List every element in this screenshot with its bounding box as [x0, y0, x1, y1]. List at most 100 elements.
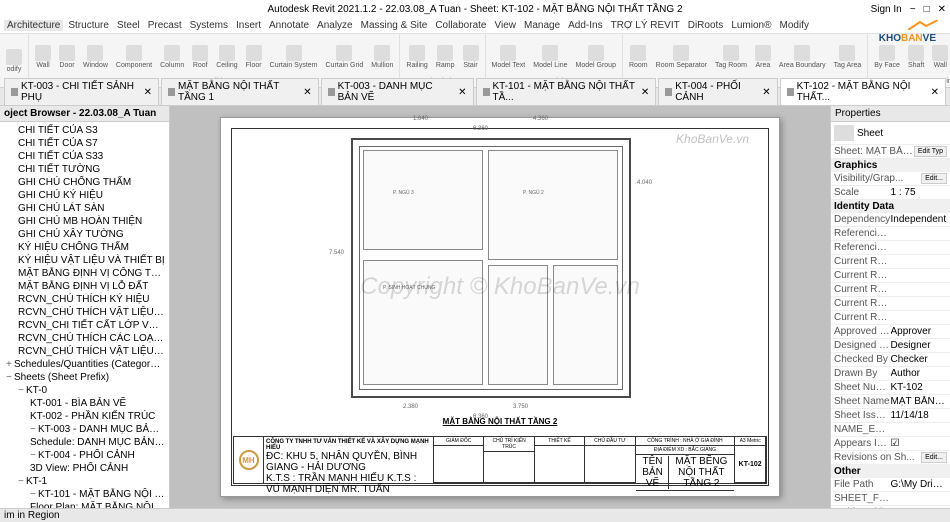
props-row[interactable]: NAME_ENGLISH: [831, 423, 950, 437]
drawing-canvas[interactable]: KhoBanVe.vn 6.360 7.540 4.040 1.640 4.36…: [170, 106, 830, 508]
ribbon-railing[interactable]: Railing: [404, 44, 429, 70]
ribbon-curtain-grid[interactable]: Curtain Grid: [324, 44, 366, 70]
doc-tab[interactable]: KT-004 - PHỐI CẢNH✕: [658, 78, 777, 105]
ribbon-area-boundary[interactable]: Area Boundary: [777, 44, 828, 70]
ribbon-door[interactable]: Door: [57, 44, 77, 70]
doc-tab[interactable]: KT-102 - MẶT BẰNG NỘI THẤT...✕: [780, 78, 946, 105]
ribbon-ramp[interactable]: Ramp: [434, 44, 457, 70]
menu-trợ-lý-revit[interactable]: TRỢ LÝ REVIT: [608, 20, 683, 31]
tree-item[interactable]: KÝ HIỆU VẬT LIỆU VÀ THIẾT BỊ: [2, 254, 167, 267]
ribbon-shaft[interactable]: Shaft: [906, 44, 926, 70]
menu-annotate[interactable]: Annotate: [266, 20, 312, 31]
props-row[interactable]: Referencing Det...: [831, 241, 950, 255]
ribbon-model-text[interactable]: Model Text: [490, 44, 528, 70]
menu-view[interactable]: View: [491, 20, 519, 31]
tree-item[interactable]: GHI CHÚ KÝ HIỆU: [2, 189, 167, 202]
ribbon-area[interactable]: Area: [753, 44, 773, 70]
menu-systems[interactable]: Systems: [187, 20, 231, 31]
tree-item[interactable]: 3D View: PHỐI CẢNH: [2, 462, 167, 475]
tree-item[interactable]: RCVN_CHÚ THÍCH VẬT LIỆU HOÀN THIỆN 2: [2, 345, 167, 358]
props-row[interactable]: Current Revisio...: [831, 297, 950, 311]
tree-item[interactable]: CHI TIẾT TƯỜNG: [2, 163, 167, 176]
props-row[interactable]: Sheet NameMẶT BẰNG NỘ: [831, 395, 950, 409]
tab-close-icon[interactable]: ✕: [458, 87, 466, 98]
ribbon-model-line[interactable]: Model Line: [531, 44, 569, 70]
menu-precast[interactable]: Precast: [145, 20, 185, 31]
menu-add-ins[interactable]: Add-Ins: [565, 20, 605, 31]
ribbon-stair[interactable]: Stair: [461, 44, 481, 70]
menu-manage[interactable]: Manage: [521, 20, 563, 31]
doc-tab[interactable]: KT-003 - DANH MỤC BẢN VẼ✕: [321, 78, 474, 105]
signin-link[interactable]: Sign In: [871, 4, 902, 15]
tab-close-icon[interactable]: ✕: [762, 87, 770, 98]
ribbon-mullion[interactable]: Mullion: [369, 44, 395, 70]
tab-close-icon[interactable]: ✕: [144, 87, 152, 98]
maximize-button[interactable]: □: [924, 4, 930, 15]
tree-item[interactable]: Floor Plan: MẶT BẰNG NỘI THẤT TẦNG 1: [2, 501, 167, 508]
props-row[interactable]: Current Revisio...: [831, 255, 950, 269]
tree-item[interactable]: −Sheets (Sheet Prefix): [2, 371, 167, 384]
props-row[interactable]: Sheet Issue Date11/14/18: [831, 409, 950, 423]
ribbon-room[interactable]: Room: [627, 44, 650, 70]
tree-item[interactable]: MẶT BẰNG ĐỊNH VỊ LỖ ĐẤT: [2, 280, 167, 293]
props-row[interactable]: SHEET_FOLDER: [831, 492, 950, 506]
menu-modify[interactable]: Modify: [776, 20, 811, 31]
doc-tab[interactable]: MẶT BẰNG NỘI THẤT TẦNG 1✕: [161, 78, 319, 105]
ribbon-tag-room[interactable]: Tag Room: [713, 44, 749, 70]
props-row[interactable]: Current Revision: [831, 311, 950, 325]
menu-diroots[interactable]: DiRoots: [685, 20, 727, 31]
ribbon-column[interactable]: Column: [158, 44, 186, 70]
tree-item[interactable]: GHI CHÚ LÁT SÀN: [2, 202, 167, 215]
tree-item[interactable]: RCVN_CHI TIẾT CẤT LỚP VẬT LIỆU: [2, 319, 167, 332]
menu-lumion®[interactable]: Lumion®: [728, 20, 774, 31]
properties-panel[interactable]: Properties Sheet Sheet: MẶT BẰNG NỘ Edit…: [830, 106, 950, 508]
menu-insert[interactable]: Insert: [233, 20, 264, 31]
ribbon-model-group[interactable]: Model Group: [574, 44, 618, 70]
ribbon-ceiling[interactable]: Ceiling: [214, 44, 239, 70]
doc-tab[interactable]: KT-101 - MẶT BẰNG NỘI THẤT TẦ...✕: [476, 78, 657, 105]
tree-item[interactable]: KÝ HIỆU CHỐNG THẤM: [2, 241, 167, 254]
menu-collaborate[interactable]: Collaborate: [432, 20, 489, 31]
edit-button[interactable]: Edit...: [921, 452, 947, 463]
props-row[interactable]: Designed ByDesigner: [831, 339, 950, 353]
tree-item[interactable]: GHI CHÚ CHỐNG THẤM: [2, 176, 167, 189]
doc-tab[interactable]: KT-003 - CHI TIẾT SẢNH PHỤ✕: [4, 78, 159, 105]
ribbon-room-separator[interactable]: Room Separator: [654, 44, 709, 70]
minimize-button[interactable]: −: [910, 4, 916, 15]
tree-item[interactable]: MẶT BẰNG ĐỊNH VỊ CÔNG TRÌNH: [2, 267, 167, 280]
tree-item[interactable]: −KT-004 - PHỐI CẢNH: [2, 449, 167, 462]
tab-close-icon[interactable]: ✕: [641, 87, 649, 98]
tree-item[interactable]: KT-002 - PHẦN KIẾN TRÚC: [2, 410, 167, 423]
props-row[interactable]: Guide Grid: [831, 506, 950, 508]
ribbon-window[interactable]: Window: [81, 44, 110, 70]
props-row[interactable]: Checked ByChecker: [831, 353, 950, 367]
menu-structure[interactable]: Structure: [65, 20, 112, 31]
ribbon-floor[interactable]: Floor: [244, 44, 264, 70]
tree-item[interactable]: RCVN_CHÚ THÍCH CÁC LOẠI BẢN VẼ: [2, 332, 167, 345]
tree-item[interactable]: KT-001 - BÌA BẢN VẼ: [2, 397, 167, 410]
props-row[interactable]: Visibility/Grap...Edit...: [831, 172, 950, 186]
edit-type-button[interactable]: Edit Typ: [914, 146, 947, 157]
props-row[interactable]: Scale1 : 75: [831, 186, 950, 200]
tree-item[interactable]: RCVN_CHÚ THÍCH VẬT LIỆU HOÀN THIỆN: [2, 306, 167, 319]
ribbon-wall[interactable]: Wall: [930, 44, 950, 70]
tree-item[interactable]: GHI CHÚ MB HOÀN THIỆN: [2, 215, 167, 228]
tree-item[interactable]: Schedule: DANH MỤC BẢN VẼ KIẾN TRÚC: [2, 436, 167, 449]
ribbon-roof[interactable]: Roof: [190, 44, 210, 70]
tree-item[interactable]: −KT-1: [2, 475, 167, 488]
props-row[interactable]: DependencyIndependent: [831, 213, 950, 227]
ribbon-by-face[interactable]: By Face: [872, 44, 902, 70]
tree-item[interactable]: CHI TIẾT CỦA S3: [2, 124, 167, 137]
props-row[interactable]: Revisions on Sh...Edit...: [831, 451, 950, 465]
tree-item[interactable]: −KT-0: [2, 384, 167, 397]
tree-item[interactable]: CHI TIẾT CỦA S7: [2, 137, 167, 150]
ribbon-tag-area[interactable]: Tag Area: [832, 44, 864, 70]
props-row[interactable]: Sheet NumberKT-102: [831, 381, 950, 395]
tree-item[interactable]: −KT-101 - MẶT BẰNG NỘI THẤT TẦNG 1: [2, 488, 167, 501]
tree-item[interactable]: RCVN_CHÚ THÍCH KÝ HIỆU: [2, 293, 167, 306]
props-row[interactable]: Current Revisio...: [831, 283, 950, 297]
props-row[interactable]: Referencing Sh...: [831, 227, 950, 241]
props-row[interactable]: Current Revisio...: [831, 269, 950, 283]
tree-item[interactable]: −KT-003 - DANH MỤC BẢN VẼ: [2, 423, 167, 436]
menu-analyze[interactable]: Analyze: [314, 20, 356, 31]
